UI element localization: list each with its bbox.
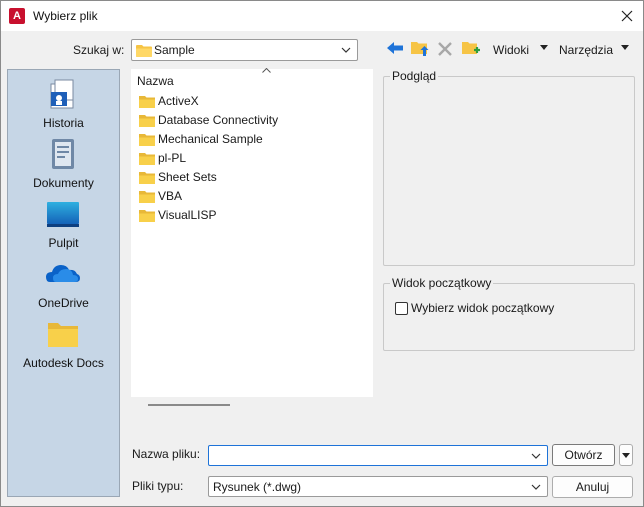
chevron-down-icon[interactable] — [531, 453, 541, 459]
tools-dropdown-arrow-icon[interactable] — [621, 45, 629, 50]
list-item-label: Database Connectivity — [158, 113, 279, 127]
list-item[interactable]: VBA — [139, 187, 182, 205]
sidebar-item-documents[interactable]: Dokumenty — [8, 134, 119, 194]
sort-ascending-icon — [262, 68, 271, 73]
folder-icon — [136, 45, 152, 57]
autodesk-docs-folder-icon — [48, 323, 78, 347]
autocad-app-icon: A — [9, 8, 25, 24]
lookin-combo[interactable]: Sample — [131, 39, 358, 61]
folder-icon — [139, 190, 155, 203]
select-initial-view-label[interactable]: Wybierz widok początkowy — [411, 301, 554, 315]
onedrive-icon — [46, 265, 80, 282]
documents-icon — [52, 139, 74, 169]
new-folder-icon — [462, 42, 480, 54]
lookin-value: Sample — [154, 43, 195, 57]
delete-x-icon — [438, 42, 452, 56]
sidebar-item-autodesk-docs[interactable]: Autodesk Docs — [8, 314, 119, 374]
list-item[interactable]: pl-PL — [139, 149, 186, 167]
places-sidebar: Historia Dokumenty Pulpit OneDrive Autod… — [7, 69, 120, 497]
folder-icon — [139, 133, 155, 146]
sidebar-item-onedrive[interactable]: OneDrive — [8, 254, 119, 314]
filename-label: Nazwa pliku: — [132, 447, 201, 461]
horizontal-scrollbar-thumb[interactable] — [148, 404, 230, 406]
sidebar-item-history[interactable]: Historia — [8, 74, 119, 134]
close-icon — [621, 10, 633, 22]
filename-input[interactable] — [208, 445, 548, 466]
desktop-icon — [47, 202, 79, 227]
sidebar-item-label: Pulpit — [48, 236, 79, 250]
list-item-label: VBA — [158, 189, 183, 203]
preview-label: Podgląd — [390, 69, 439, 83]
list-item-label: VisualLISP — [158, 208, 217, 222]
column-header-name[interactable]: Nazwa — [137, 74, 174, 88]
delete-button[interactable] — [437, 41, 455, 59]
initial-view-group: Widok początkowy Wybierz widok początkow… — [383, 276, 635, 351]
list-item[interactable]: Sheet Sets — [139, 168, 217, 186]
list-item[interactable]: Mechanical Sample — [139, 130, 263, 148]
file-list[interactable]: Nazwa ActiveX Database Connectivity Mech… — [131, 68, 373, 397]
filetype-combo[interactable]: Rysunek (*.dwg) — [208, 476, 548, 497]
dropdown-arrow-icon — [622, 453, 630, 458]
history-icon — [50, 79, 74, 109]
back-button[interactable] — [386, 40, 406, 58]
views-menu-button[interactable]: Widoki — [493, 43, 529, 57]
window-title: Wybierz plik — [33, 9, 98, 23]
folder-icon — [139, 152, 155, 165]
lookin-label: Szukaj w: — [73, 43, 125, 57]
new-folder-button[interactable] — [461, 39, 483, 57]
open-button[interactable]: Otwórz — [552, 444, 615, 466]
sidebar-item-desktop[interactable]: Pulpit — [8, 194, 119, 254]
list-item[interactable]: ActiveX — [139, 92, 199, 110]
sidebar-item-label: Dokumenty — [33, 176, 94, 190]
list-item-label: ActiveX — [158, 94, 199, 108]
filetype-value: Rysunek (*.dwg) — [213, 480, 302, 494]
folder-icon — [139, 95, 155, 108]
sidebar-item-label: OneDrive — [38, 296, 89, 310]
filetype-label: Pliki typu: — [132, 479, 184, 493]
list-item-label: pl-PL — [158, 151, 187, 165]
folder-icon — [139, 114, 155, 127]
close-button[interactable] — [617, 6, 637, 26]
sidebar-item-label: Historia — [43, 116, 84, 130]
initial-view-label: Widok początkowy — [390, 276, 494, 290]
list-item-label: Mechanical Sample — [158, 132, 263, 146]
open-options-button[interactable] — [619, 444, 633, 466]
folder-icon — [139, 171, 155, 184]
cancel-button[interactable]: Anuluj — [552, 476, 633, 498]
folder-up-icon — [411, 42, 429, 56]
chevron-down-icon — [531, 484, 541, 490]
tools-menu-button[interactable]: Narzędzia — [559, 43, 613, 57]
sidebar-item-label: Autodesk Docs — [23, 356, 104, 370]
select-initial-view-checkbox[interactable] — [395, 302, 408, 315]
file-dialog-window: A Wybierz plik Szukaj w: Sample Widoki N… — [0, 0, 644, 507]
title-bar: A Wybierz plik — [1, 1, 643, 31]
list-item-label: Sheet Sets — [158, 170, 217, 184]
up-folder-button[interactable] — [410, 39, 432, 57]
list-item[interactable]: VisualLISP — [139, 206, 216, 224]
back-arrow-icon — [387, 42, 403, 54]
chevron-down-icon — [341, 47, 351, 53]
list-item[interactable]: Database Connectivity — [139, 111, 278, 129]
preview-group: Podgląd — [383, 69, 635, 266]
views-dropdown-arrow-icon[interactable] — [540, 45, 548, 50]
folder-icon — [139, 209, 155, 222]
